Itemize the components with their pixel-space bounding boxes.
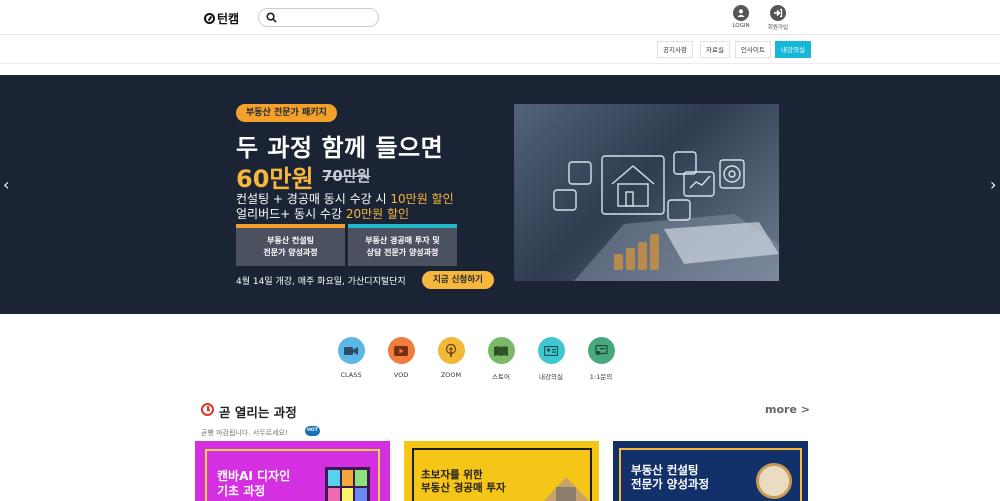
quick-store-label: 스토어	[492, 373, 510, 381]
logo-mark-icon	[204, 13, 215, 24]
course-card-consulting[interactable]: 부동산 컨설팅 전문가 양성과정	[236, 224, 345, 266]
login-button[interactable]: LOGIN	[721, 5, 761, 29]
section-subtitle: 곧빵 마감됩니다. 서두르세요!	[201, 429, 288, 437]
podcast-icon	[437, 337, 465, 364]
hero-banner: ‹ › 부동산 전문가 패키지 두 과정 함께 들으면 60만원 70만원 컨설…	[0, 75, 1000, 314]
chat-icon	[587, 337, 615, 364]
search-icon	[266, 12, 277, 23]
video-camera-icon	[337, 337, 365, 364]
section-title: 곧 열리는 과정	[219, 405, 297, 420]
apply-now-button[interactable]: 지금 신청하기	[422, 271, 494, 289]
course-thumb-auction-title: 초보자를 위한 부동산 경공매 투자	[421, 469, 506, 495]
quick-vod[interactable]: VOD	[376, 337, 426, 379]
quick-zoom-label: ZOOM	[440, 371, 462, 379]
thumb-gallery	[325, 467, 370, 501]
course-thumb-consulting[interactable]: 부동산 컨설팅 전문가 양성과정	[613, 441, 808, 501]
real-estate-graphic	[553, 151, 779, 281]
course-thumb-canva[interactable]: 캔바AI 디자인 기초 과정	[195, 441, 390, 501]
course-card-auction[interactable]: 부동산 경공매 투자 및 상담 전문가 양성과정	[348, 224, 457, 266]
next-slide-icon[interactable]: ›	[990, 175, 996, 194]
search-box[interactable]	[258, 8, 379, 27]
quick-class-label: CLASS	[340, 371, 362, 379]
quick-class[interactable]: CLASS	[326, 337, 376, 379]
sign-in-icon	[770, 5, 786, 21]
quick-store[interactable]: 스토어	[476, 337, 526, 381]
course-thumb-auction[interactable]: 초보자를 위한 부동산 경공매 투자	[404, 441, 599, 501]
hero-price: 60만원	[236, 165, 314, 193]
id-card-icon	[537, 337, 565, 364]
signup-button[interactable]: 회원가입	[758, 5, 798, 31]
login-label: LOGIN	[732, 23, 750, 29]
quick-inquiry-label: 1:1문의	[589, 373, 613, 381]
quick-vod-label: VOD	[393, 371, 409, 379]
signup-label: 회원가입	[767, 25, 789, 31]
hero-headline: 두 과정 함께 들으면	[236, 134, 444, 162]
course-thumb-consulting-title: 부동산 컨설팅 전문가 양성과정	[631, 463, 710, 492]
discount-line-1-highlight: 10만원 할인	[390, 192, 454, 206]
hero-illustration	[514, 104, 779, 281]
book-icon	[487, 337, 515, 364]
schedule-note: 4월 14일 개강, 매주 화요일, 가산디지털단지	[236, 277, 406, 287]
nav-archive[interactable]: 자료실	[700, 41, 730, 58]
package-badge: 부동산 전문가 패키지	[236, 104, 337, 122]
course-thumb-canva-title: 캔바AI 디자인 기초 과정	[217, 469, 291, 498]
discount-line-2-text: 얼리버드+ 동시 수강	[236, 207, 346, 221]
nav-insight[interactable]: 인사이트	[735, 41, 771, 58]
site-logo[interactable]: 턴캠	[204, 10, 239, 27]
prev-slide-icon[interactable]: ‹	[3, 175, 9, 194]
top-header: 턴캠 LOGIN 회원가입	[0, 0, 1000, 35]
sub-navigation: 공지사항 자료실 인사이트 내강의실	[0, 36, 1000, 64]
house-model-icon	[756, 463, 792, 499]
logo-text: 턴캠	[217, 12, 240, 26]
discount-line-2: 얼리버드+ 동시 수강 20만원 할인	[236, 205, 409, 222]
quick-my-classroom-label: 내강의실	[539, 373, 563, 381]
alarm-clock-icon	[201, 403, 214, 416]
nav-notice[interactable]: 공지사항	[657, 41, 693, 58]
quick-my-classroom[interactable]: 내강의실	[526, 337, 576, 381]
user-icon	[733, 5, 749, 21]
hero-old-price: 70만원	[322, 167, 371, 185]
discount-line-1-text: 컨설팅 + 경공매 동시 수강 시	[236, 192, 391, 206]
discount-line-2-highlight: 20만원 할인	[345, 207, 410, 221]
search-input[interactable]	[283, 11, 373, 24]
quick-zoom[interactable]: ZOOM	[426, 337, 476, 379]
nav-my-classroom[interactable]: 내강의실	[775, 41, 811, 58]
hot-badge: HOT	[305, 426, 320, 436]
play-icon	[387, 337, 415, 364]
more-link[interactable]: more >	[765, 403, 810, 416]
quick-inquiry[interactable]: 1:1문의	[576, 337, 626, 381]
